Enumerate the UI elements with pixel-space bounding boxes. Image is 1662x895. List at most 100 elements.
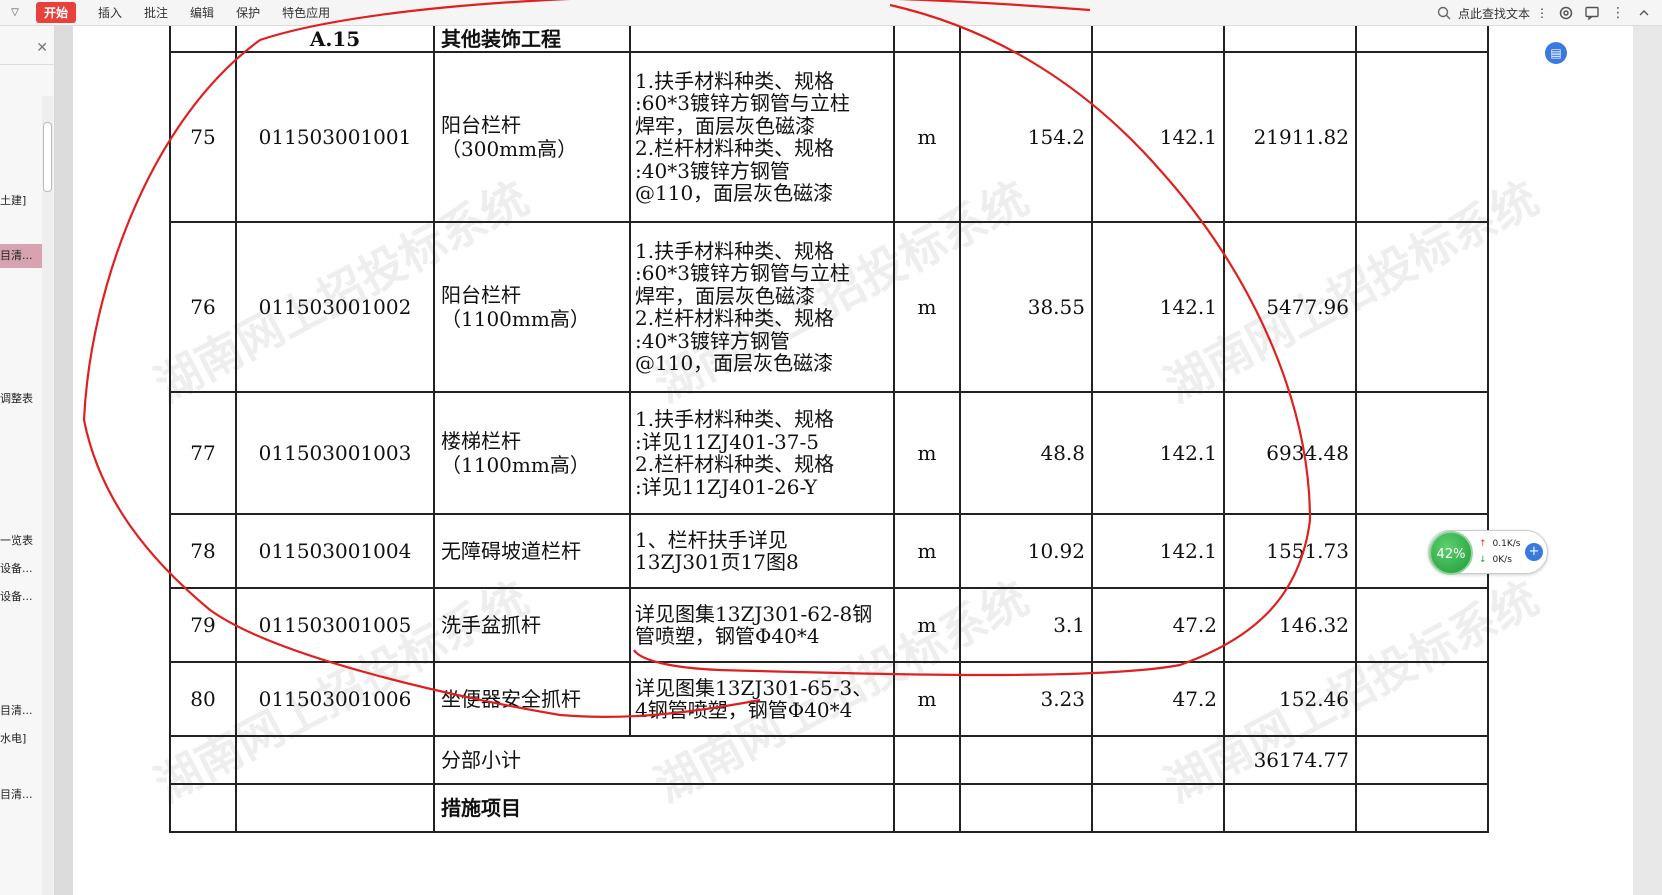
add-icon[interactable]: + [1525, 543, 1543, 561]
item-unit: m [893, 513, 961, 589]
item-total: 6934.48 [1223, 391, 1357, 515]
top-toolbar: ▽ 开始 插入 批注 编辑 保护 特色应用 点此查找文本 ⋮ ⋮ [0, 0, 1662, 26]
item-number: 78 [169, 513, 237, 589]
download-speed: ↓ 0K/s [1479, 555, 1512, 565]
side-panel-icon[interactable]: ▤ [1545, 42, 1567, 64]
tab-protect[interactable]: 保护 [236, 4, 260, 21]
tab-start[interactable]: 开始 [36, 2, 77, 23]
item-unit-price: 47.2 [1091, 587, 1225, 663]
item-number: 80 [169, 661, 237, 737]
download-arrow-icon: ↓ [1479, 555, 1487, 565]
item-total: 152.46 [1223, 661, 1357, 737]
toolbar-right-area: 点此查找文本 ⋮ ⋮ [1436, 0, 1652, 26]
item-name: 阳台栏杆 （1100mm高） [433, 221, 631, 393]
comment-icon[interactable] [1584, 5, 1600, 21]
divider [0, 64, 54, 65]
item-remark [1355, 661, 1489, 737]
item-description: 1.扶手材料种类、规格 :60*3镀锌方钢管与立柱 焊牢，面层灰色磁漆 2.栏杆… [629, 221, 895, 393]
tab-edit[interactable]: 编辑 [190, 4, 214, 21]
item-name: 洗手盆抓杆 [433, 587, 631, 663]
nav-item[interactable]: 设备... [0, 588, 33, 604]
subtotal-label: 分部小计 [433, 735, 895, 785]
item-unit-price: 47.2 [1091, 661, 1225, 737]
table-row: 78 011503001004 无障碍坡道栏杆 1、栏杆扶手详见 13ZJ301页17… [169, 513, 1489, 589]
item-total: 146.32 [1223, 587, 1357, 663]
search-icon [1436, 5, 1452, 21]
item-code: 011503001005 [235, 587, 435, 663]
item-code: 011503001002 [235, 221, 435, 393]
section-row: A.15 其他装饰工程 [169, 26, 1489, 53]
bill-of-quantities-table: A.15 其他装饰工程 75 011503001001 阳台栏杆 （300mm高） 1… [169, 26, 1489, 833]
item-description: 1.扶手材料种类、规格 :详见11ZJ401-37-5 2.栏杆材料种类、规格 … [629, 391, 895, 515]
item-total: 21911.82 [1223, 51, 1357, 223]
item-remark [1355, 587, 1489, 663]
item-quantity: 48.8 [959, 391, 1093, 515]
nav-item[interactable]: 一览表 [0, 532, 33, 548]
item-remark [1355, 51, 1489, 223]
item-remark [1355, 391, 1489, 515]
item-description: 1.扶手材料种类、规格 :60*3镀锌方钢管与立柱 焊牢，面层灰色磁漆 2.栏杆… [629, 51, 895, 223]
nav-scrollbar-track[interactable] [42, 96, 53, 895]
table-row: 75 011503001001 阳台栏杆 （300mm高） 1.扶手材料种类、规格 :… [169, 51, 1489, 223]
navigation-pane: ✕ 土建] 目清... 调整表 一览表 设备... 设备... 目清... 水电… [0, 26, 55, 895]
collapse-up-icon[interactable] [1636, 5, 1652, 21]
item-quantity: 154.2 [959, 51, 1093, 223]
nav-item[interactable]: 目清... [0, 786, 33, 802]
close-icon[interactable]: ✕ [36, 40, 48, 56]
item-quantity: 10.92 [959, 513, 1093, 589]
section-code: A.15 [235, 26, 435, 53]
item-code: 011503001004 [235, 513, 435, 589]
item-unit: m [893, 51, 961, 223]
page-gutter [55, 26, 73, 895]
item-name: 楼梯栏杆 （1100mm高） [433, 391, 631, 515]
item-unit-price: 142.1 [1091, 513, 1225, 589]
item-name: 无障碍坡道栏杆 [433, 513, 631, 589]
item-description: 详见图集13ZJ301-65-3、 4钢管喷塑，钢管Φ40*4 [629, 661, 895, 737]
item-number: 75 [169, 51, 237, 223]
section-name: 其他装饰工程 [433, 26, 631, 53]
nav-scrollbar-thumb[interactable] [43, 122, 52, 192]
tab-insert[interactable]: 插入 [98, 4, 122, 21]
memory-usage-indicator[interactable]: 42% [1429, 531, 1473, 575]
nav-item[interactable]: 调整表 [0, 390, 33, 406]
item-remark [1355, 221, 1489, 393]
item-unit: m [893, 587, 961, 663]
tab-comment[interactable]: 批注 [144, 4, 168, 21]
item-unit-price: 142.1 [1091, 51, 1225, 223]
search-placeholder: 点此查找文本 [1457, 6, 1530, 21]
table-row: 77 011503001003 楼梯栏杆 （1100mm高） 1.扶手材料种类、规格 … [169, 391, 1489, 515]
search-more-icon[interactable]: ⋮ [1536, 6, 1548, 20]
nav-item[interactable]: 土建] [0, 192, 26, 208]
item-unit: m [893, 391, 961, 515]
item-unit-price: 142.1 [1091, 391, 1225, 515]
item-total: 5477.96 [1223, 221, 1357, 393]
gear-icon[interactable] [1558, 5, 1574, 21]
measures-label: 措施项目 [433, 783, 895, 833]
subtotal-value: 36174.77 [1223, 735, 1357, 785]
item-name: 坐便器安全抓杆 [433, 661, 631, 737]
item-description: 1、栏杆扶手详见 13ZJ301页17图8 [629, 513, 895, 589]
chevron-down-icon[interactable]: ▽ [0, 7, 30, 18]
item-number: 76 [169, 221, 237, 393]
item-code: 011503001006 [235, 661, 435, 737]
item-quantity: 38.55 [959, 221, 1093, 393]
item-total: 1551.73 [1223, 513, 1357, 589]
upload-speed: ↑ 0.1K/s [1479, 539, 1521, 549]
nav-item[interactable]: 水电] [0, 730, 26, 746]
nav-item[interactable]: 目清... [0, 702, 33, 718]
table-row: 79 011503001005 洗手盆抓杆 详见图集13ZJ301-62-8钢 管喷塑… [169, 587, 1489, 663]
document-page: 湖南网上招投标系统 湖南网上招投标系统 湖南网上招投标系统 湖南网上招投标系统 … [73, 26, 1633, 895]
item-code: 011503001001 [235, 51, 435, 223]
item-unit: m [893, 661, 961, 737]
table-row: 80 011503001006 坐便器安全抓杆 详见图集13ZJ301-65-3、 4… [169, 661, 1489, 737]
search-box[interactable]: 点此查找文本 ⋮ [1436, 5, 1548, 22]
network-speed-widget[interactable]: 42% ↑ 0.1K/s ↓ 0K/s + [1428, 530, 1548, 575]
tab-special-apps[interactable]: 特色应用 [282, 4, 330, 21]
item-number: 79 [169, 587, 237, 663]
item-unit-price: 142.1 [1091, 221, 1225, 393]
more-options-icon[interactable]: ⋮ [1610, 5, 1626, 21]
nav-item-selected[interactable]: 目清... [0, 244, 42, 268]
item-quantity: 3.1 [959, 587, 1093, 663]
nav-item[interactable]: 设备... [0, 560, 33, 576]
table-row: 76 011503001002 阳台栏杆 （1100mm高） 1.扶手材料种类、规格 … [169, 221, 1489, 393]
